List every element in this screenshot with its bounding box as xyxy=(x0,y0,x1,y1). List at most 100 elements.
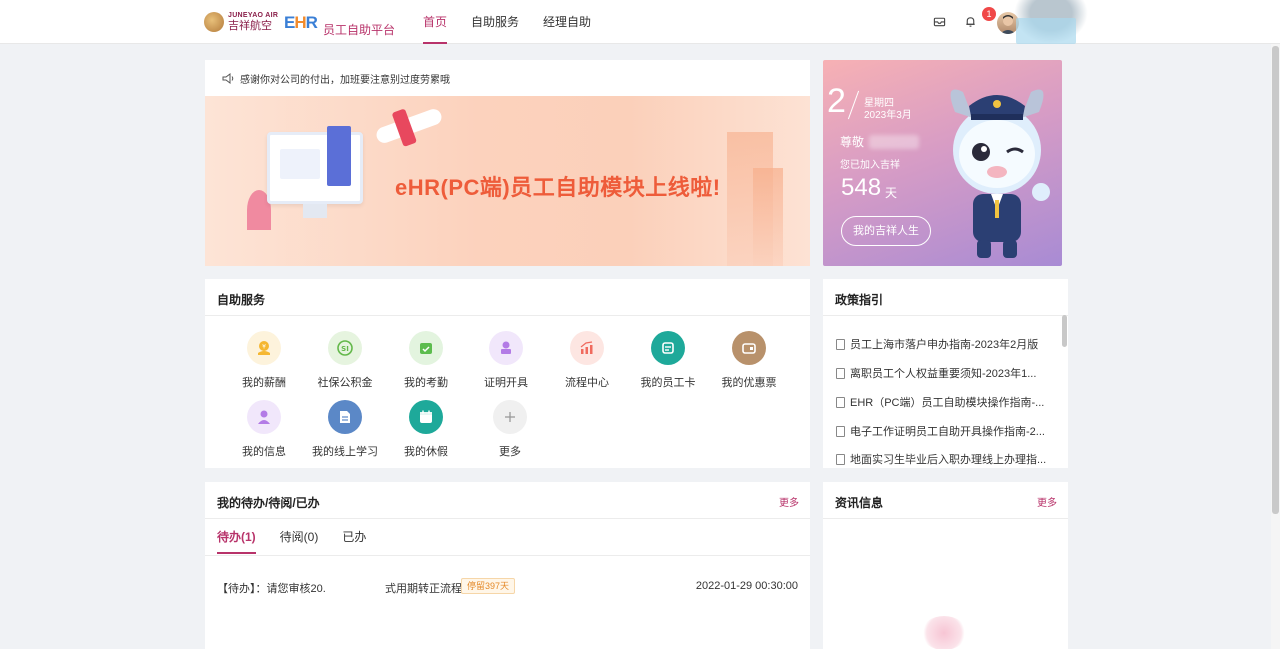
tab-done[interactable]: 已办 xyxy=(342,528,366,554)
policy-guide-title: 政策指引 xyxy=(835,293,884,307)
days-unit: 天 xyxy=(885,186,898,200)
service-my-vacation[interactable]: 我的休假 xyxy=(386,400,466,459)
service-my-attendance[interactable]: 我的考勤 xyxy=(386,331,466,390)
juneyao-logo[interactable]: JUNEYAO AIR 吉祥航空 xyxy=(204,12,278,32)
policy-scrollbar[interactable] xyxy=(1062,315,1067,347)
service-label: 流程中心 xyxy=(565,377,609,389)
service-process-center[interactable]: 流程中心 xyxy=(547,331,627,390)
mascot-illustration xyxy=(950,89,1050,258)
nav-self-service[interactable]: 自助服务 xyxy=(471,0,519,44)
banner-monitor-stand xyxy=(303,204,327,218)
todo-process-name: 式用期转正流程 xyxy=(385,583,462,595)
service-label: 我的信息 xyxy=(242,446,286,458)
platform-title: 员工自助平台 xyxy=(323,23,396,37)
todo-row[interactable]: 【待办】：请您审核20. 式用期转正流程 停留397天 2022-01-29 0… xyxy=(217,578,798,596)
service-label: 我的考勤 xyxy=(404,377,448,389)
news-title: 资讯信息 xyxy=(835,496,884,510)
top-header: JUNEYAO AIR 吉祥航空 EHR 员工自助平台 首页 自助服务 经理自助… xyxy=(0,0,1280,44)
svg-text:¥: ¥ xyxy=(262,344,266,351)
self-service-title: 自助服务 xyxy=(217,293,266,307)
my-juneyao-life-button[interactable]: 我的吉祥人生 xyxy=(841,216,931,246)
notice-bar: 感谢你对公司的付出，加班要注意别过度劳累哦 xyxy=(205,60,810,96)
salary-icon: ¥ xyxy=(247,331,281,365)
empty-state-illustration xyxy=(921,616,967,649)
logo-en-text: JUNEYAO AIR xyxy=(228,12,279,19)
service-employee-card[interactable]: 我的员工卡 xyxy=(628,331,708,390)
policy-item-label: EHR（PC端）员工自助模块操作指南-... xyxy=(850,397,1045,409)
policy-item[interactable]: EHR（PC端）员工自助模块操作指南-... xyxy=(836,394,1044,410)
user-name-blur-overlay xyxy=(1016,18,1076,44)
date-slash xyxy=(847,90,860,120)
policy-item[interactable]: 地面实习生毕业后入职办理线上办理指... xyxy=(836,451,1046,467)
todo-prefix: 【待办】：请您审核20. xyxy=(217,583,326,595)
mail-icon[interactable] xyxy=(933,15,947,29)
policy-item-label: 电子工作证明员工自助开具操作指南-2... xyxy=(850,426,1045,438)
profile-card: 2 星期四 2023年3月 尊敬 您已加入吉祥 548 天 我的吉祥人生 xyxy=(823,60,1062,266)
policy-item[interactable]: 离职员工个人权益重要须知-2023年1... xyxy=(836,365,1036,381)
service-my-info[interactable]: 我的信息 xyxy=(224,400,304,459)
self-service-card: 自助服务 ¥ 我的薪酬 SI 社保公积金 我的考勤 证明开具 流程中心 我的员工… xyxy=(205,279,810,468)
plus-icon xyxy=(493,400,527,434)
service-label: 社保公积金 xyxy=(317,377,373,389)
nav-home[interactable]: 首页 xyxy=(423,0,448,44)
document-icon xyxy=(836,425,845,437)
page-scrollbar-thumb[interactable] xyxy=(1272,46,1279,514)
todo-more-link[interactable]: 更多 xyxy=(779,494,799,509)
attendance-icon xyxy=(409,331,443,365)
certificate-icon xyxy=(489,331,523,365)
service-certificate[interactable]: 证明开具 xyxy=(466,331,546,390)
service-more[interactable]: 更多 xyxy=(470,400,550,459)
news-card: 资讯信息 更多 xyxy=(823,482,1068,649)
banner-building-decoration-2 xyxy=(753,168,783,266)
joined-text: 您已加入吉祥 xyxy=(840,160,900,171)
service-label: 我的优惠票 xyxy=(721,377,777,389)
service-online-learning[interactable]: 我的线上学习 xyxy=(305,400,385,459)
service-label: 我的薪酬 xyxy=(242,377,286,389)
svg-text:SI: SI xyxy=(341,345,349,353)
policy-item[interactable]: 电子工作证明员工自助开具操作指南-2... xyxy=(836,423,1045,439)
todo-time: 2022-01-29 00:30:00 xyxy=(695,580,798,592)
airplane-illustration xyxy=(374,106,444,146)
service-social-security[interactable]: SI 社保公积金 xyxy=(305,331,385,390)
notice-text: 感谢你对公司的付出，加班要注意别过度劳累哦 xyxy=(240,74,450,86)
discount-ticket-icon xyxy=(732,331,766,365)
policy-item-label: 离职员工个人权益重要须知-2023年1... xyxy=(850,368,1037,380)
document-icon xyxy=(836,396,845,408)
greeting-text: 尊敬 xyxy=(840,135,865,149)
tab-pending[interactable]: 待办(1) xyxy=(217,528,256,554)
tab-to-read[interactable]: 待阅(0) xyxy=(280,528,319,554)
days-count: 548 xyxy=(841,174,882,201)
service-label: 我的休假 xyxy=(404,446,448,458)
service-label: 我的线上学习 xyxy=(312,446,378,458)
page-scrollbar[interactable] xyxy=(1271,44,1280,649)
service-my-salary[interactable]: ¥ 我的薪酬 xyxy=(224,331,304,390)
social-security-icon: SI xyxy=(328,331,362,365)
employee-card-icon xyxy=(651,331,685,365)
promo-banner[interactable]: eHR(PC端)员工自助模块上线啦! xyxy=(205,96,810,266)
service-discount-ticket[interactable]: 我的优惠票 xyxy=(709,331,789,390)
service-label: 证明开具 xyxy=(484,377,528,389)
todo-stay-tag: 停留397天 xyxy=(461,578,516,594)
notification-badge: 1 xyxy=(982,7,996,21)
date-day: 2 xyxy=(827,82,846,120)
process-icon xyxy=(570,331,604,365)
service-label: 更多 xyxy=(499,446,521,458)
nav-manager-self-service[interactable]: 经理自助 xyxy=(543,0,591,44)
todo-tabs: 待办(1) 待阅(0) 已办 xyxy=(217,528,390,554)
todo-title: 我的待办/待阅/已办 xyxy=(217,496,320,510)
document-icon xyxy=(836,338,845,350)
learning-icon xyxy=(328,400,362,434)
banner-screen-panel xyxy=(327,126,351,186)
news-more-link[interactable]: 更多 xyxy=(1037,494,1057,509)
banner-card: 感谢你对公司的付出，加班要注意别过度劳累哦 eHR(PC端)员工自助模块上线啦! xyxy=(205,60,810,266)
policy-item-label: 员工上海市落户申办指南-2023年2月版 xyxy=(850,339,1039,351)
policy-item-label: 地面实习生毕业后入职办理线上办理指... xyxy=(850,454,1047,466)
bell-icon[interactable] xyxy=(964,15,978,29)
juneyao-logo-mark xyxy=(204,12,224,32)
policy-item[interactable]: 员工上海市落户申办指南-2023年2月版 xyxy=(836,336,1038,352)
document-icon xyxy=(836,453,845,465)
vacation-icon xyxy=(409,400,443,434)
user-name-blur xyxy=(869,135,919,149)
profile-icon xyxy=(247,400,281,434)
logo-cn-text: 吉祥航空 xyxy=(228,20,272,32)
